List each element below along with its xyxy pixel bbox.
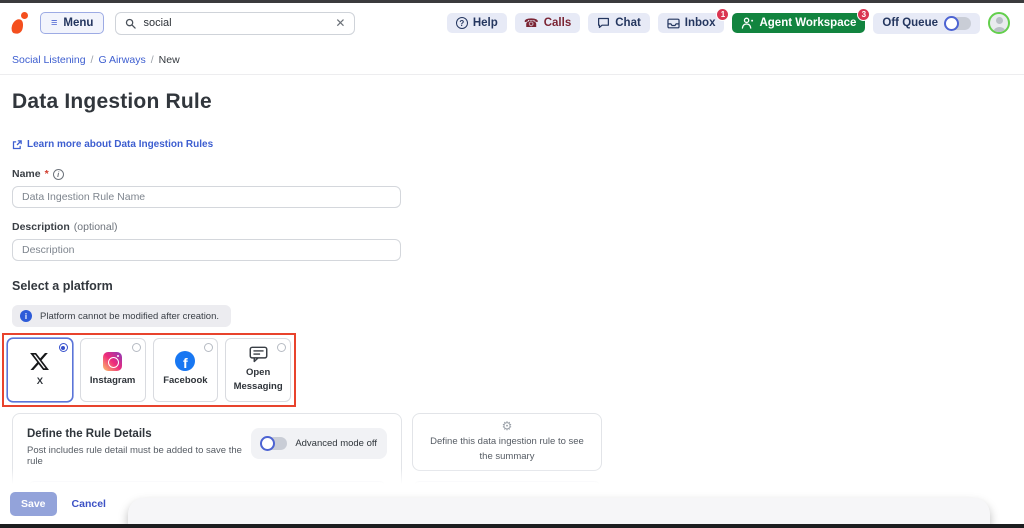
instagram-logo-icon: [103, 351, 123, 371]
platform-card-facebook[interactable]: f Facebook: [152, 338, 219, 402]
agent-icon: [742, 17, 754, 29]
hamburger-icon: ≡: [51, 17, 58, 29]
agent-workspace-button[interactable]: Agent Workspace 3: [732, 8, 871, 33]
save-button[interactable]: Save: [10, 492, 57, 516]
platform-notice: i Platform cannot be modified after crea…: [12, 305, 232, 327]
learn-more-label: Learn more about Data Ingestion Rules: [27, 139, 214, 150]
search-input[interactable]: [143, 17, 329, 29]
off-queue-label: Off Queue: [882, 17, 938, 29]
external-link-icon: [12, 139, 22, 149]
chat-button[interactable]: Chat: [588, 13, 650, 33]
summary-empty-text: Define this data ingestion rule to see t…: [430, 435, 584, 462]
search-icon: [126, 18, 137, 29]
breadcrumb-g-airways[interactable]: G Airways: [98, 54, 145, 66]
platform-label-open-messaging: Open Messaging: [233, 366, 283, 392]
facebook-logo-icon: f: [175, 351, 196, 372]
app-window: ≡ Menu ✕ ? Help ☎ Calls Chat Inbox: [0, 0, 1024, 528]
learn-more-link[interactable]: Learn more about Data Ingestion Rules: [12, 139, 213, 150]
inbox-button-label: Inbox: [684, 17, 716, 29]
description-input[interactable]: [12, 239, 401, 261]
rule-details-heading: Define the Rule Details: [27, 428, 152, 440]
platform-highlight-box: X Instagram f Facebook Open Messaging: [2, 333, 296, 407]
platform-card-open-messaging[interactable]: Open Messaging: [225, 338, 291, 402]
radio-open-messaging[interactable]: [277, 343, 286, 352]
calls-button-label: Calls: [543, 17, 572, 29]
help-icon: ?: [455, 17, 468, 29]
header-actions: ? Help ☎ Calls Chat Inbox 1 Agent Worksp…: [446, 8, 1010, 34]
menu-button-label: Menu: [63, 17, 94, 29]
platform-notice-text: Platform cannot be modified after creati…: [40, 310, 220, 322]
description-field-label: Description (optional): [12, 221, 118, 233]
platform-label-x: X: [36, 375, 44, 387]
open-messaging-icon: [249, 346, 268, 362]
advanced-mode-control: Advanced mode off: [251, 428, 387, 459]
phone-icon: ☎: [523, 16, 539, 30]
platform-label-instagram: Instagram: [89, 374, 136, 386]
radio-facebook[interactable]: [204, 343, 214, 352]
inbox-badge: 1: [716, 8, 730, 21]
top-bar: ≡ Menu ✕ ? Help ☎ Calls Chat Inbox: [0, 3, 1024, 43]
radio-instagram[interactable]: [131, 343, 141, 352]
summary-empty-card: ⚙ Define this data ingestion rule to see…: [412, 413, 602, 471]
rule-details-subheading: Post includes rule detail must be added …: [27, 445, 242, 467]
gear-icon: ⚙: [501, 418, 513, 433]
breadcrumb-social-listening[interactable]: Social Listening: [12, 54, 86, 66]
name-input[interactable]: [12, 186, 401, 208]
info-icon[interactable]: i: [52, 168, 64, 180]
user-avatar[interactable]: [988, 12, 1010, 34]
platform-card-instagram[interactable]: Instagram: [79, 338, 146, 402]
x-logo-icon: [30, 352, 50, 370]
inbox-button[interactable]: Inbox 1: [657, 8, 730, 33]
off-queue-toggle[interactable]: [944, 15, 971, 31]
off-queue-control: Off Queue: [873, 12, 980, 34]
main-content: Data Ingestion Rule Learn more about Dat…: [0, 90, 1024, 528]
radio-x-selected[interactable]: [58, 343, 68, 352]
cancel-button[interactable]: Cancel: [72, 498, 106, 510]
notice-info-icon: i: [20, 310, 32, 322]
platform-label-facebook: Facebook: [163, 375, 208, 387]
name-field-label: Name * i: [12, 168, 1012, 180]
help-button-label: Help: [472, 17, 498, 29]
advanced-mode-label: Advanced mode off: [295, 438, 377, 449]
select-platform-heading: Select a platform: [12, 279, 113, 293]
window-bottom-edge: [0, 524, 1024, 528]
chat-button-label: Chat: [615, 17, 641, 29]
help-button[interactable]: ? Help: [446, 13, 507, 33]
inbox-icon: [667, 18, 680, 28]
footer-bar: Save Cancel: [0, 484, 1024, 524]
menu-button[interactable]: ≡ Menu: [40, 12, 105, 34]
clear-search-icon[interactable]: ✕: [335, 17, 345, 29]
agent-workspace-badge: 3: [857, 8, 871, 21]
genesys-logo-icon: [9, 11, 29, 36]
breadcrumb: Social Listening / G Airways / New: [0, 43, 1024, 75]
breadcrumb-current: New: [158, 54, 180, 66]
platform-card-x[interactable]: X: [7, 338, 73, 402]
chat-bubble-icon: [598, 17, 610, 29]
calls-button[interactable]: ☎ Calls: [514, 13, 581, 33]
global-search[interactable]: ✕: [115, 11, 356, 35]
page-title: Data Ingestion Rule: [12, 90, 212, 113]
agent-workspace-label: Agent Workspace: [759, 17, 857, 29]
advanced-mode-toggle[interactable]: [260, 436, 288, 451]
